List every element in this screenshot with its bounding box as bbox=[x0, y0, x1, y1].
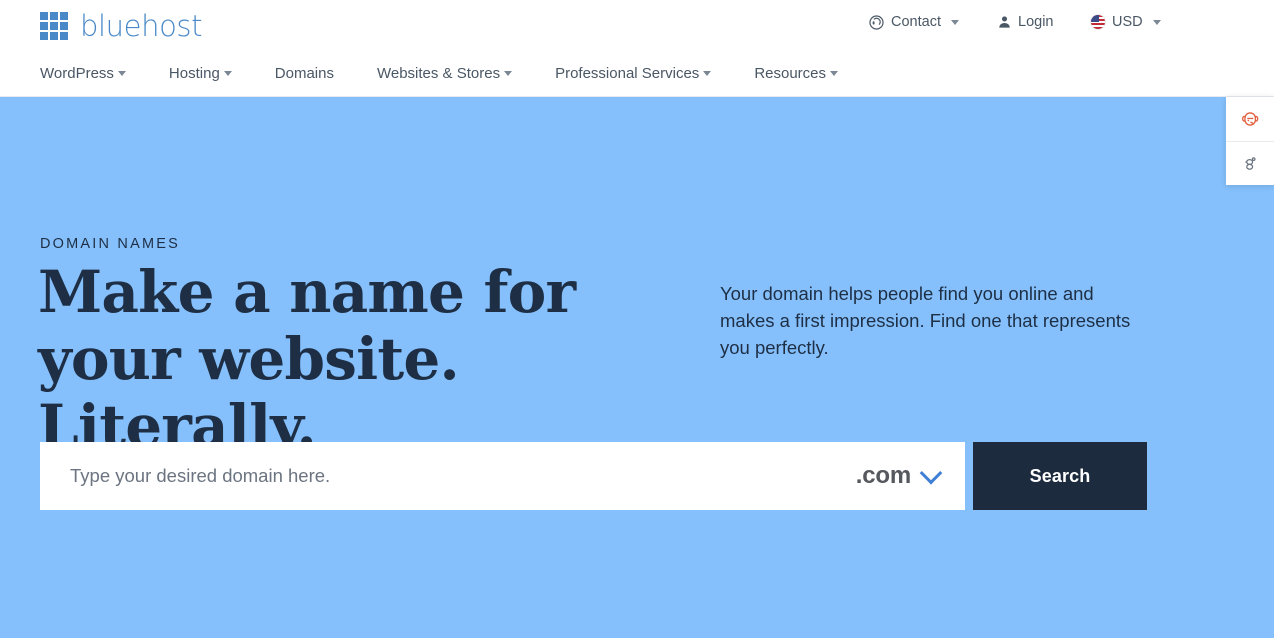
chevron-down-icon bbox=[919, 461, 943, 485]
cookie-settings-button[interactable] bbox=[1226, 141, 1274, 185]
tld-selected-value: .com bbox=[855, 462, 911, 489]
domain-search-field[interactable]: .com bbox=[40, 442, 965, 510]
nav-label-wordpress: WordPress bbox=[40, 64, 114, 82]
hero-eyebrow: DOMAIN NAMES bbox=[40, 236, 180, 252]
logo-wordmark: bluehost bbox=[80, 9, 203, 43]
chevron-down-icon bbox=[703, 70, 712, 76]
nav-label-hosting: Hosting bbox=[168, 64, 220, 82]
chevron-down-icon bbox=[1152, 19, 1161, 25]
topbar-label-currency: USD bbox=[1112, 13, 1143, 30]
chevron-down-icon bbox=[223, 70, 232, 76]
nav-label-professional-services: Professional Services bbox=[555, 64, 700, 82]
cookie-settings-icon bbox=[1240, 154, 1260, 174]
nav-item-resources[interactable]: Resources bbox=[754, 64, 839, 82]
topbar-item-contact[interactable]: Contact bbox=[868, 14, 959, 31]
nav-item-professional-services[interactable]: Professional Services bbox=[555, 64, 712, 82]
topbar-label-contact: Contact bbox=[891, 14, 941, 31]
chevron-down-icon bbox=[117, 70, 126, 76]
domain-search-bar: .com Search bbox=[40, 442, 1147, 510]
search-button[interactable]: Search bbox=[973, 442, 1147, 510]
main-navigation: WordPress Hosting Domains Websites & Sto… bbox=[0, 50, 1274, 97]
person-icon bbox=[997, 14, 1012, 30]
hero-section: DOMAIN NAMES Make a name for your websit… bbox=[0, 97, 1274, 638]
hero-description: Your domain helps people find you online… bbox=[720, 283, 1131, 358]
topbar-item-login[interactable]: Login bbox=[997, 14, 1053, 30]
nav-label-resources: Resources bbox=[754, 64, 827, 82]
top-utility-bar: bluehost Contact Login USD bbox=[0, 0, 1274, 50]
topbar-item-currency[interactable]: USD bbox=[1090, 14, 1161, 30]
bluehost-logo[interactable]: bluehost bbox=[40, 9, 203, 43]
us-flag-icon bbox=[1090, 14, 1106, 30]
chevron-down-icon bbox=[950, 20, 959, 25]
accessibility-face-icon bbox=[1239, 108, 1261, 130]
nav-item-websites-and-stores[interactable]: Websites & Stores bbox=[376, 64, 513, 82]
nav-item-hosting[interactable]: Hosting bbox=[169, 65, 232, 82]
accessibility-widget-button[interactable] bbox=[1226, 97, 1274, 141]
search-input[interactable] bbox=[70, 442, 842, 510]
nav-label-domains: Domains bbox=[274, 64, 334, 82]
topbar-label-login: Login bbox=[1018, 13, 1054, 30]
chevron-down-icon bbox=[504, 70, 513, 76]
nav-item-wordpress[interactable]: WordPress bbox=[40, 65, 126, 82]
nav-item-domains[interactable]: Domains bbox=[275, 65, 334, 82]
page-root: bluehost Contact Login USD WordPress Hos… bbox=[0, 0, 1274, 638]
headset-icon bbox=[868, 14, 885, 31]
page-title: Make a name for your website. Literally. bbox=[38, 258, 576, 460]
tld-dropdown[interactable]: .com bbox=[842, 461, 965, 490]
grid-squares-logo-icon bbox=[40, 11, 68, 40]
floating-side-widget bbox=[1226, 97, 1274, 185]
chevron-down-icon bbox=[830, 70, 839, 76]
nav-label-websites-and-stores: Websites & Stores bbox=[376, 64, 501, 82]
